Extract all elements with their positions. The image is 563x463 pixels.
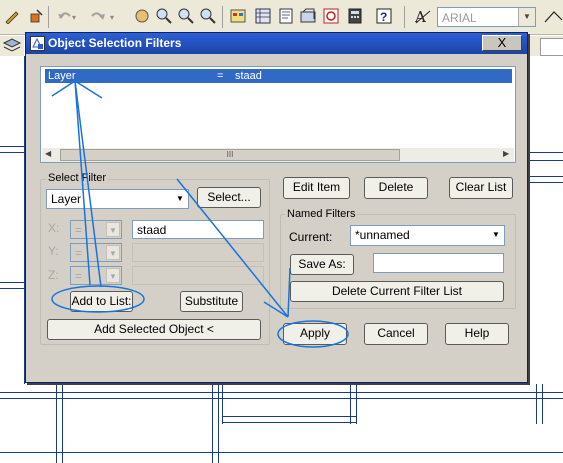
annotation-arrow xyxy=(287,267,291,318)
annotation-arrowhead xyxy=(51,80,76,97)
annotation-ellipse xyxy=(277,320,349,348)
annotation-overlay xyxy=(51,80,349,348)
annotation-ellipse xyxy=(51,285,145,313)
annotation-arrowhead xyxy=(74,80,103,99)
annotation-arrowhead xyxy=(263,301,289,318)
annotation-arrow xyxy=(176,178,289,318)
